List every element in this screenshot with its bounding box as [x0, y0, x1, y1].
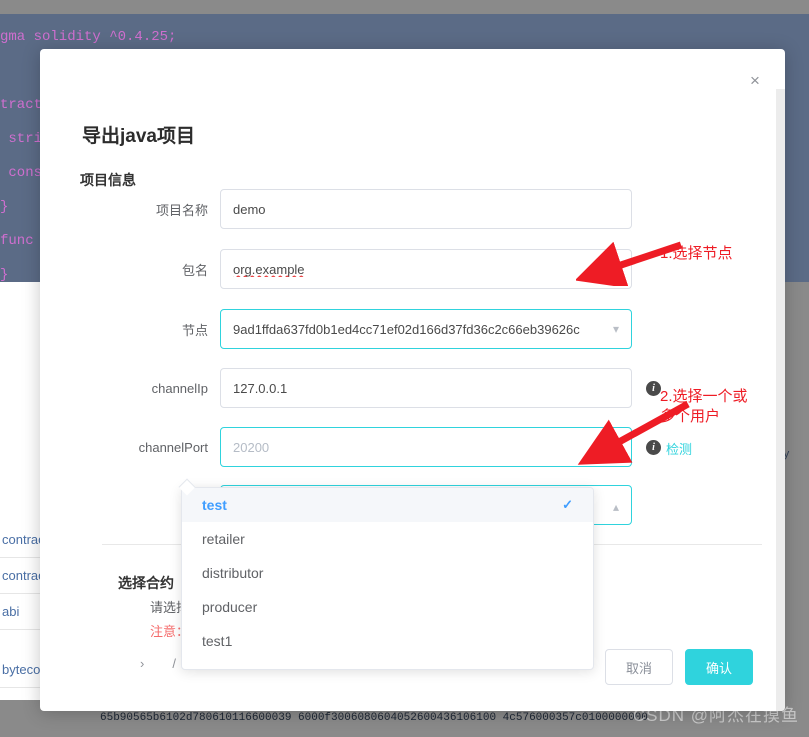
- label-project-name: 项目名称: [155, 202, 208, 218]
- tree-separator: /: [172, 656, 176, 671]
- dialog-title: 导出java项目: [82, 126, 195, 147]
- dialog-footer: 取消 确认: [604, 649, 753, 685]
- code-text: }: [0, 267, 9, 283]
- cancel-button[interactable]: 取消: [604, 649, 673, 685]
- dropdown-item-label: distributor: [202, 565, 264, 581]
- check-icon: ✓: [562, 497, 573, 512]
- chevron-right-icon[interactable]: ›: [140, 656, 144, 671]
- channel-ip-value: 127.0.0.1: [233, 380, 288, 396]
- label-channel-ip: channelIp: [151, 380, 208, 396]
- code-text: }: [0, 199, 9, 215]
- label-node: 节点: [181, 322, 208, 338]
- dropdown-item-test[interactable]: test ✓: [182, 488, 593, 522]
- project-name-input[interactable]: demo: [220, 189, 632, 229]
- confirm-button[interactable]: 确认: [684, 649, 753, 685]
- dropdown-item-label: producer: [202, 599, 258, 615]
- code-text: gma solidity ^0.4.25;: [0, 29, 177, 45]
- dropdown-item-retailer[interactable]: retailer: [182, 522, 593, 556]
- browser-top-bar: [0, 0, 809, 14]
- contract-section-title: 选择合约: [118, 575, 174, 591]
- dropdown-item-label: test: [202, 497, 227, 513]
- dropdown-item-distributor[interactable]: distributor: [182, 556, 593, 590]
- code-text: cons: [0, 165, 43, 181]
- info-icon[interactable]: i: [646, 381, 661, 396]
- node-select[interactable]: 9ad1ffda637fd0b1ed4cc71ef02d166d37fd36c2…: [220, 309, 632, 349]
- code-text: stri: [0, 131, 43, 147]
- package-name-input[interactable]: org.example: [220, 249, 632, 289]
- label-channel-port: channelPort: [138, 439, 208, 455]
- code-text: tract: [0, 97, 43, 113]
- label-package-name: 包名: [181, 262, 208, 278]
- channel-port-placeholder: 20200: [233, 439, 270, 455]
- form-row-project-name: 项目名称 demo: [40, 189, 760, 229]
- form-row-node: 节点 9ad1ffda637fd0b1ed4cc71ef02d166d37fd3…: [40, 309, 760, 349]
- node-value: 9ad1ffda637fd0b1ed4cc71ef02d166d37fd36c2…: [233, 321, 580, 337]
- dropdown-item-label: retailer: [202, 531, 245, 547]
- channel-port-input[interactable]: 20200: [220, 427, 632, 467]
- project-name-value: demo: [233, 201, 266, 217]
- dropdown-item-test1[interactable]: test1: [182, 624, 593, 658]
- chevron-down-icon: ▾: [612, 322, 619, 336]
- annotation-step-1: 1.选择节点: [660, 245, 733, 262]
- close-icon[interactable]: ×: [745, 71, 765, 91]
- section-label-project-info: 项目信息: [80, 172, 136, 188]
- chevron-up-icon: ▴: [612, 500, 619, 514]
- code-text: func: [0, 233, 34, 249]
- annotation-step-2: 2.选择一个或 多个用户: [660, 388, 748, 425]
- channel-ip-input[interactable]: 127.0.0.1: [220, 368, 632, 408]
- dropdown-item-label: test1: [202, 633, 233, 649]
- contract-tree-row: › /: [140, 656, 176, 671]
- hex-string: 65b90565b6102d780610116600039 6000f30060…: [100, 712, 648, 724]
- user-dropdown-menu: test ✓ retailer distributor producer tes…: [181, 487, 594, 670]
- package-name-value: org.example: [233, 261, 305, 277]
- dropdown-item-producer[interactable]: producer: [182, 590, 593, 624]
- screen-root: gma solidity ^0.4.25; tract stri cons } …: [0, 0, 809, 737]
